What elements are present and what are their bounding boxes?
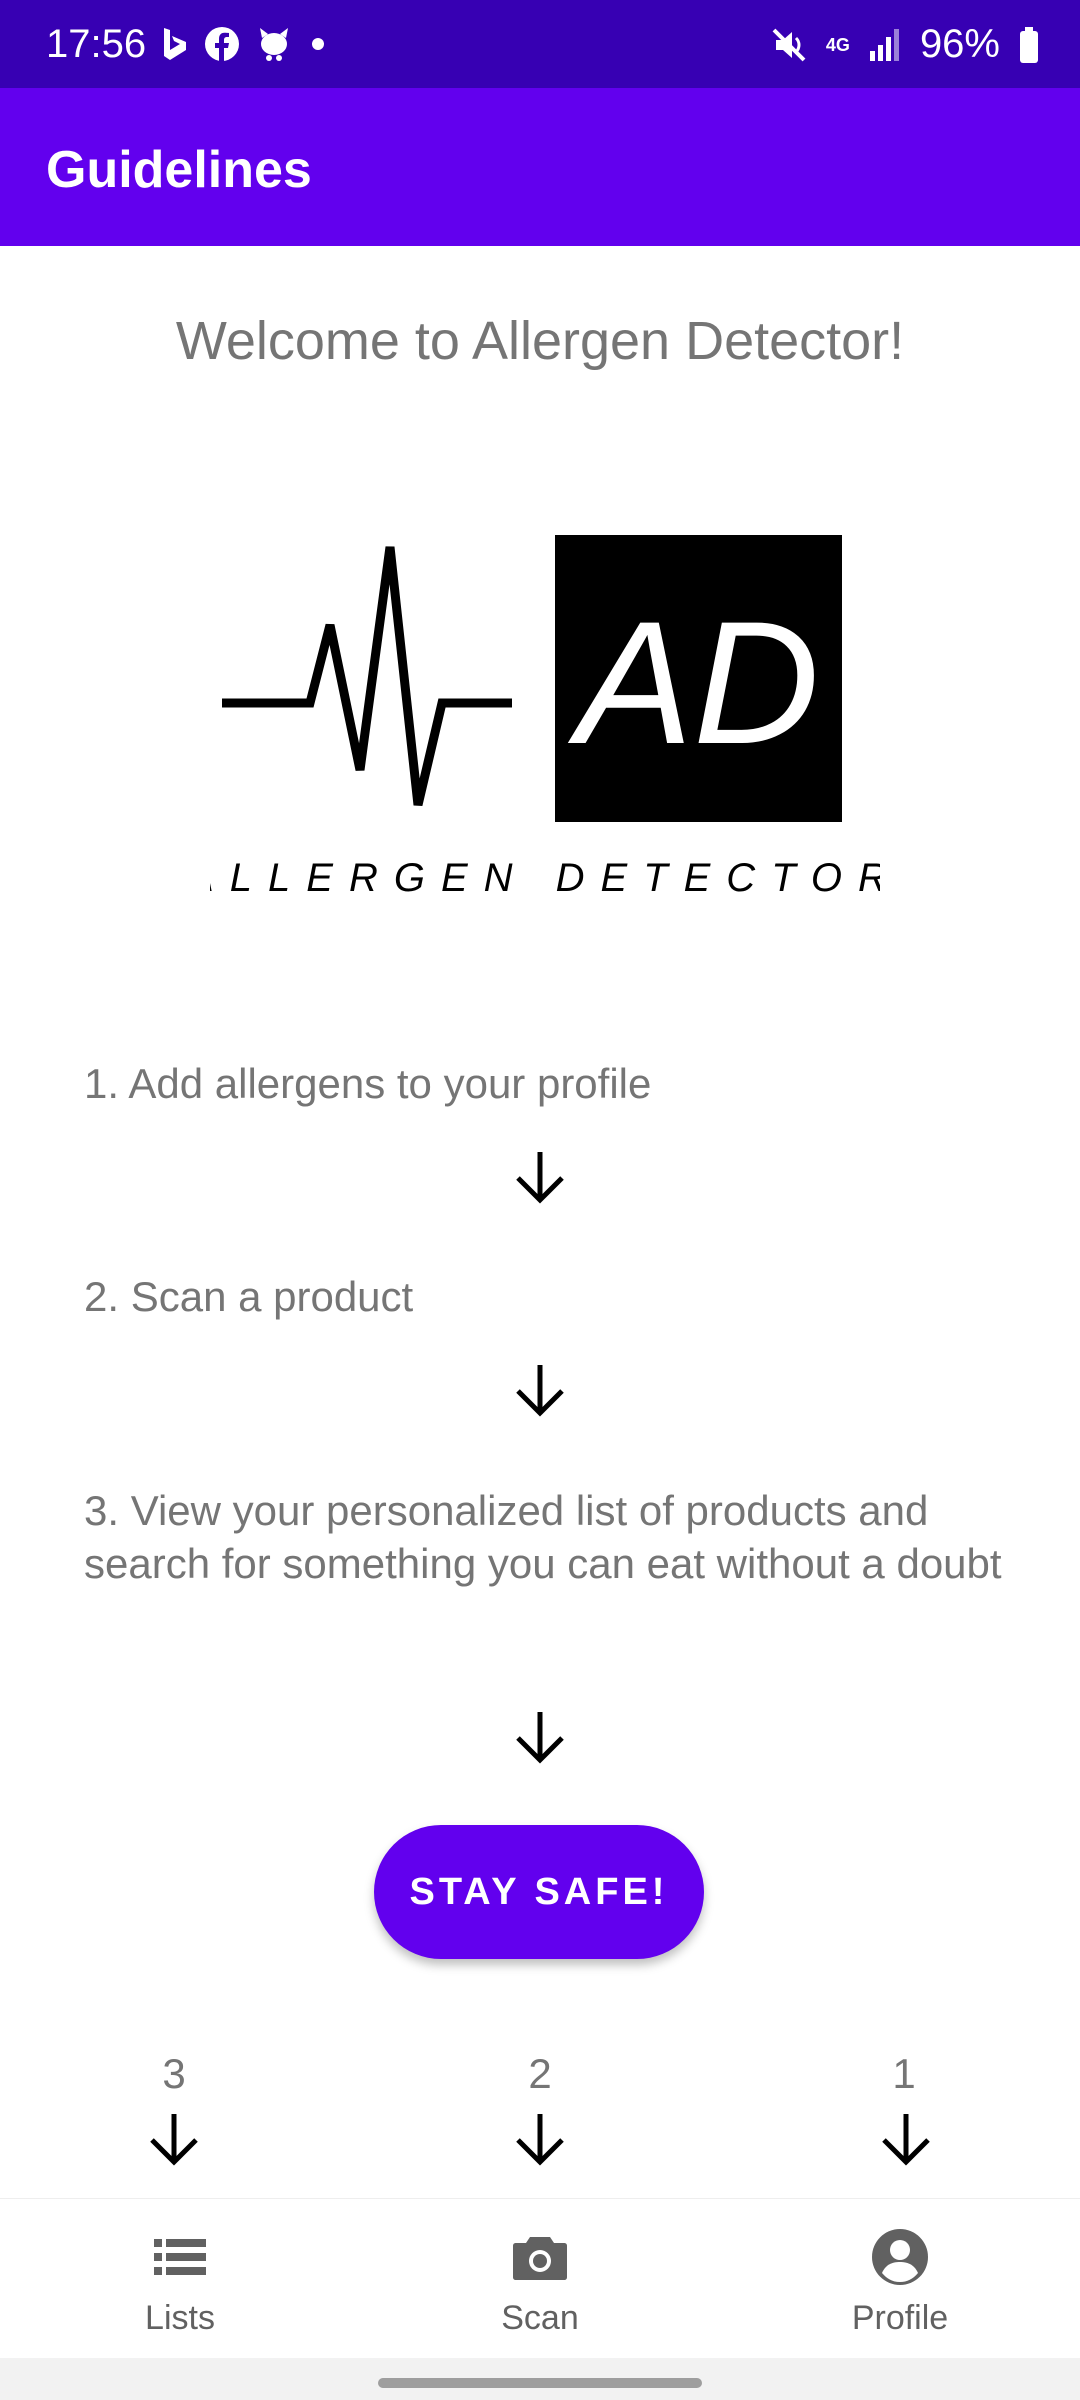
logo-wordmark: ALLERGEN DETECTOR [210,856,880,900]
network-4g-icon: 4G [825,34,850,55]
nav-item-scan[interactable]: Scan [360,2199,720,2359]
account-icon [872,2229,928,2285]
step-3: 3. View your personalized list of produc… [84,1487,1002,1587]
status-bar: 17:56 4G 96% [0,0,1080,88]
nav-label-profile: Profile [851,2299,949,2337]
battery-level: 96% [919,22,1000,66]
nav-label-scan: Scan [501,2299,579,2337]
arrow-down-icon [516,1712,564,1764]
pointer-label-profile: 1 [892,2050,916,2097]
nav-item-profile[interactable]: Profile [720,2199,1080,2359]
step-2: 2. Scan a product [84,1273,414,1320]
step-1: 1. Add allergens to your profile [84,1060,652,1107]
arrow-down-icon [516,1365,564,1417]
welcome-heading: Welcome to Allergen Detector! [175,311,905,371]
bottom-navigation: Lists Scan Profile [0,2198,1080,2359]
pointer-label-lists: 3 [162,2050,186,2097]
camera-icon [513,2237,567,2280]
logo-monogram: AD [567,586,819,781]
battery-icon [1020,26,1038,63]
facebook-icon [205,27,239,62]
notification-cat-icon [260,28,288,61]
arrow-down-icon [882,2114,930,2166]
arrow-down-icon [516,2114,564,2166]
bing-icon [164,28,186,60]
dot-icon [312,38,324,50]
arrow-down-icon [516,1152,564,1204]
heartbeat-line-icon [222,546,512,807]
status-time: 17:56 [46,22,147,66]
pointer-label-scan: 2 [528,2050,552,2097]
app-bar: Guidelines [0,88,1080,246]
stay-safe-button[interactable]: STAY SAFE! [374,1825,704,1959]
nav-item-lists[interactable]: Lists [0,2199,360,2359]
signal-icon [869,28,899,61]
status-system-icons: 4G 96% [770,22,1040,67]
list-icon [154,2239,206,2275]
allergen-detector-logo: AD ALLERGEN DETECTOR [210,535,880,900]
mute-icon [772,28,806,61]
gesture-handle[interactable] [378,2378,702,2388]
nav-label-lists: Lists [145,2299,215,2337]
status-notification-icons [160,26,328,62]
page-title: Guidelines [46,141,312,199]
arrow-down-icon [150,2114,198,2166]
system-gesture-area [0,2358,1080,2400]
